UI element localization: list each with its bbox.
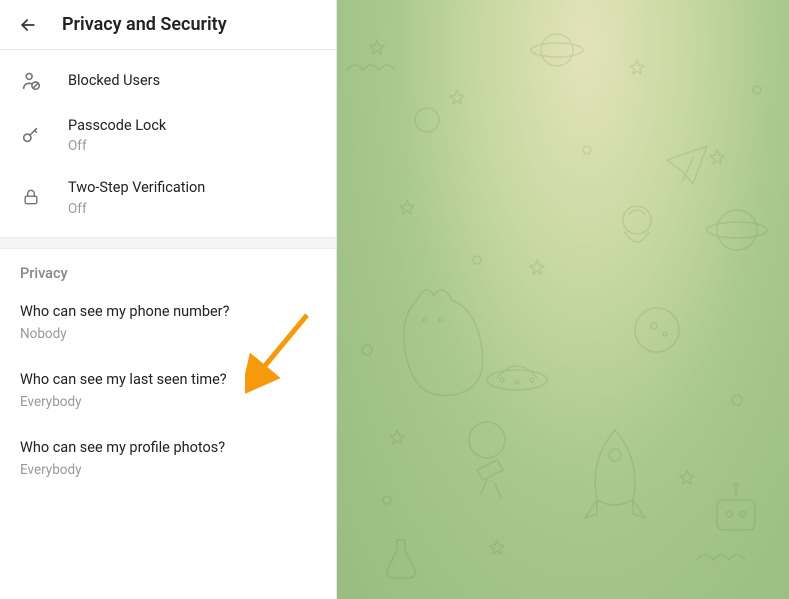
item-label: Who can see my last seen time? bbox=[20, 370, 316, 390]
page-title: Privacy and Security bbox=[62, 14, 227, 35]
privacy-phone-number-item[interactable]: Who can see my phone number? Nobody bbox=[0, 288, 336, 356]
item-label: Passcode Lock bbox=[68, 116, 166, 136]
passcode-lock-item[interactable]: Passcode Lock Off bbox=[0, 104, 336, 166]
item-label: Two-Step Verification bbox=[68, 178, 205, 198]
item-label: Blocked Users bbox=[68, 71, 160, 91]
blocked-user-icon bbox=[20, 70, 42, 92]
item-status: Everybody bbox=[20, 394, 316, 410]
privacy-last-seen-item[interactable]: Who can see my last seen time? Everybody bbox=[0, 356, 336, 424]
item-status: Off bbox=[68, 201, 205, 217]
section-divider bbox=[0, 237, 336, 249]
settings-sidebar: Privacy and Security Blocked Users bbox=[0, 0, 337, 599]
item-label: Who can see my profile photos? bbox=[20, 438, 316, 458]
header: Privacy and Security bbox=[0, 0, 336, 50]
back-button[interactable] bbox=[18, 15, 38, 35]
key-icon bbox=[20, 124, 42, 146]
chat-background bbox=[337, 0, 789, 599]
security-section: Blocked Users Passcode Lock Off bbox=[0, 50, 336, 237]
two-step-verification-item[interactable]: Two-Step Verification Off bbox=[0, 166, 336, 228]
item-status: Off bbox=[68, 138, 166, 154]
item-status: Everybody bbox=[20, 462, 316, 478]
background-doodles bbox=[337, 0, 789, 599]
lock-icon bbox=[20, 186, 42, 208]
privacy-section-header: Privacy bbox=[0, 249, 336, 288]
privacy-profile-photos-item[interactable]: Who can see my profile photos? Everybody bbox=[0, 424, 336, 492]
item-status: Nobody bbox=[20, 326, 316, 342]
item-label: Who can see my phone number? bbox=[20, 302, 316, 322]
blocked-users-item[interactable]: Blocked Users bbox=[0, 58, 336, 104]
